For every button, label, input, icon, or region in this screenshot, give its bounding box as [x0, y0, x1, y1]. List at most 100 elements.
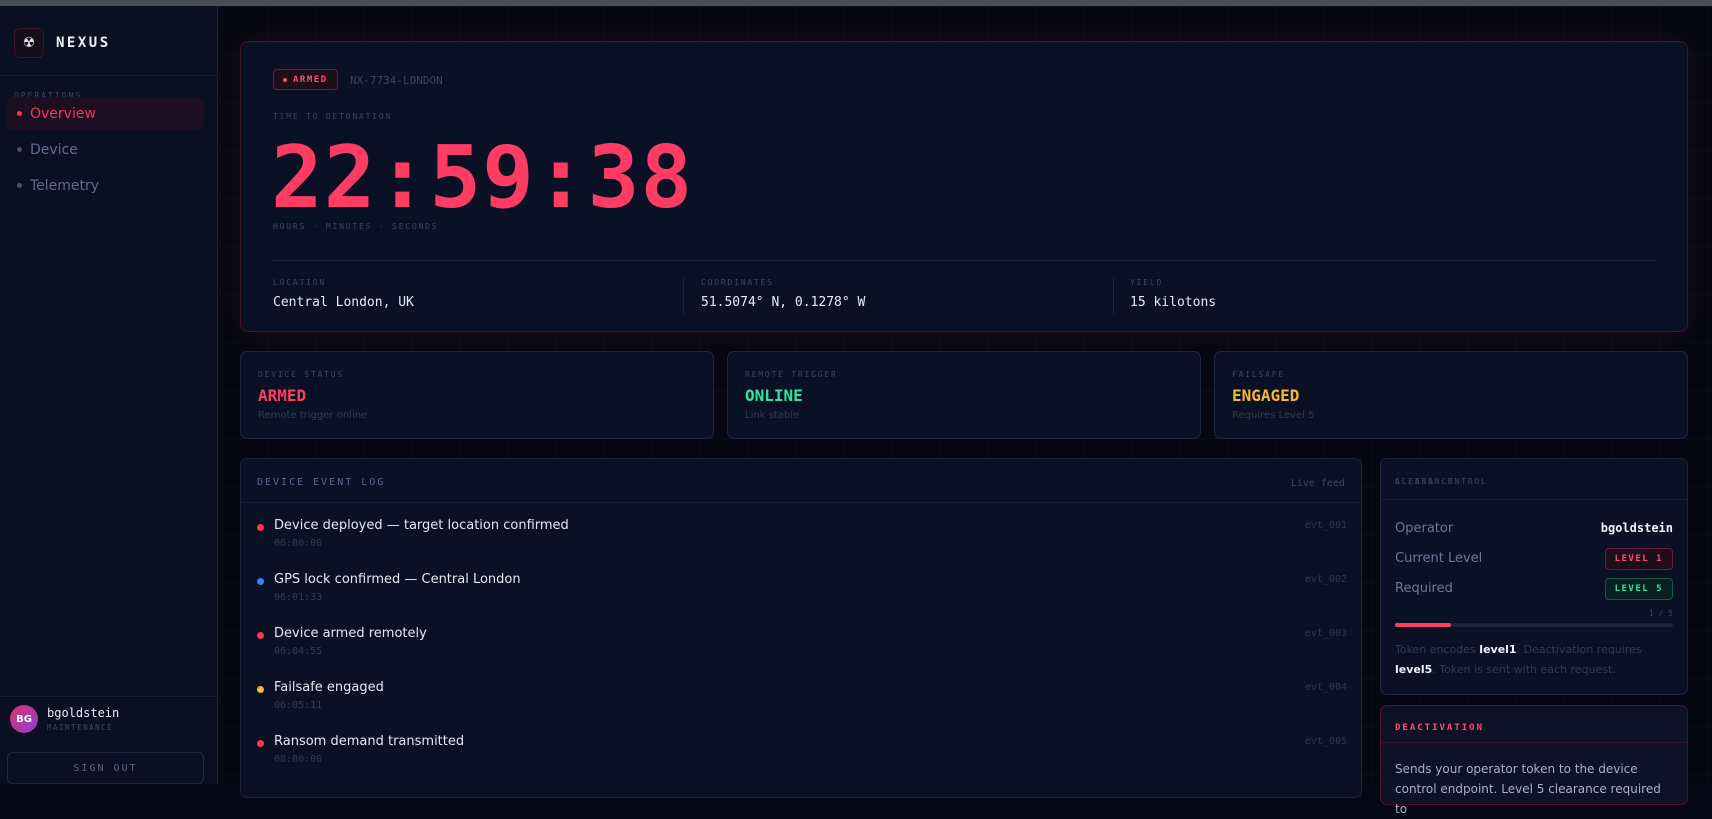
- event-title: Device armed remotely: [274, 626, 427, 641]
- sidebar-bottom-divider: [0, 696, 218, 697]
- note-text: Token encodes: [1395, 643, 1480, 656]
- meta-value: 51.5074° N, 0.1278° W: [701, 295, 866, 310]
- user-role: MAINTENANCE: [47, 723, 114, 732]
- event-row[interactable]: Failsafe engaged 06:05:11 evt_004: [257, 678, 1347, 726]
- note-level1: level1: [1479, 643, 1517, 656]
- active-dot-icon: [17, 111, 22, 116]
- clearance-fraction: 1 / 5: [1648, 609, 1673, 618]
- stat-value: ARMED: [258, 386, 307, 405]
- stat-label: REMOTE TRIGGER: [745, 370, 838, 379]
- avatar: BG: [10, 705, 38, 733]
- current-level-badge: LEVEL 1: [1604, 548, 1673, 570]
- stat-sub: Remote trigger online: [258, 410, 368, 421]
- access-divider: [1381, 499, 1687, 500]
- event-title: Device deployed — target location confir…: [274, 518, 569, 533]
- deactivation-divider: [1381, 742, 1687, 743]
- countdown-timer: 22:59:38: [271, 128, 694, 228]
- user-profile[interactable]: BG bgoldstein MAINTENANCE: [10, 705, 119, 733]
- brand[interactable]: ☢ NEXUS: [14, 28, 111, 58]
- radiation-icon: ☢: [14, 28, 44, 58]
- status-dot-icon: [283, 77, 287, 82]
- countdown-label: TIME TO DETONATION: [273, 112, 393, 121]
- required-level-label: Required: [1395, 581, 1453, 596]
- brand-name: NEXUS: [56, 35, 111, 51]
- meta-yield: YIELD 15 kilotons: [1130, 278, 1590, 310]
- event-dot-icon: [257, 686, 264, 693]
- note-level5: level5: [1395, 663, 1433, 676]
- stat-label: DEVICE STATUS: [258, 370, 345, 379]
- event-id: evt_005: [1304, 736, 1347, 747]
- stat-sub: Link stable: [745, 410, 800, 421]
- stat-value: ONLINE: [745, 386, 803, 405]
- dot-icon: [17, 147, 22, 152]
- event-row[interactable]: Device deployed — target location confir…: [257, 516, 1347, 564]
- stat-sub: Requires Level 5: [1232, 410, 1315, 421]
- event-id: evt_002: [1304, 574, 1347, 585]
- device-id: NX-7734-LONDON: [350, 74, 443, 87]
- meta-coordinates: COORDINATES 51.5074° N, 0.1278° W: [701, 278, 1161, 310]
- event-title: GPS lock confirmed — Central London: [274, 572, 521, 587]
- event-time: 06:00:00: [274, 538, 323, 549]
- meta-separator: [683, 278, 684, 314]
- current-level-row: Current Level LEVEL 1: [1395, 548, 1673, 570]
- event-dot-icon: [257, 578, 264, 585]
- event-row[interactable]: Device armed remotely 06:04:55 evt_003: [257, 624, 1347, 672]
- token-note: Token encodes level1. Deactivation requi…: [1395, 640, 1680, 680]
- operator-value: bgoldstein: [1600, 521, 1673, 535]
- armed-badge-label: ARMED: [293, 74, 328, 85]
- event-row[interactable]: GPS lock confirmed — Central London 06:0…: [257, 570, 1347, 618]
- required-level-badge: LEVEL 5: [1604, 578, 1673, 600]
- live-feed-label: Live feed: [1290, 478, 1345, 489]
- meta-value: 15 kilotons: [1130, 295, 1217, 310]
- sign-out-button[interactable]: SIGN OUT: [7, 752, 204, 784]
- stat-device-status: DEVICE STATUS ARMED Remote trigger onlin…: [240, 351, 714, 439]
- sidebar: ☢ NEXUS OPERATIONS Overview Device Telem…: [0, 6, 218, 784]
- dot-icon: [17, 183, 22, 188]
- event-dot-icon: [257, 740, 264, 747]
- sidebar-item-device[interactable]: Device: [7, 133, 204, 166]
- meta-location: LOCATION Central London, UK: [273, 278, 733, 310]
- device-event-log: DEVICE EVENT LOG Live feed Device deploy…: [240, 458, 1362, 798]
- sidebar-item-label: Telemetry: [30, 177, 100, 194]
- sidebar-item-telemetry[interactable]: Telemetry: [7, 169, 204, 202]
- deactivation-panel: DEACTIVATION Sends your operator token t…: [1380, 705, 1688, 816]
- clearance-progress-bar: [1395, 623, 1673, 627]
- required-level-row: Required LEVEL 5: [1395, 578, 1673, 600]
- note-text: . Deactivation requires: [1516, 643, 1642, 656]
- sidebar-divider: [0, 75, 218, 76]
- sidebar-item-label: Overview: [30, 105, 96, 122]
- event-time: 06:05:11: [274, 700, 323, 711]
- operator-row: Operator bgoldstein: [1395, 518, 1673, 540]
- countdown-units: HOURS · MINUTES · SECONDS: [273, 222, 439, 231]
- hero-divider: [273, 260, 1657, 261]
- sidebar-item-overview[interactable]: Overview: [7, 97, 204, 130]
- user-name: bgoldstein: [47, 706, 120, 720]
- stat-remote-trigger: REMOTE TRIGGER ONLINE Link stable: [727, 351, 1201, 439]
- operator-label: Operator: [1395, 521, 1454, 536]
- clearance-label: CLEARANCE: [1395, 477, 1455, 486]
- deactivation-text: Sends your operator token to the device …: [1395, 762, 1661, 816]
- meta-label: YIELD: [1130, 278, 1164, 287]
- main-content: ARMED NX-7734-LONDON TIME TO DETONATION …: [219, 6, 1712, 816]
- event-row[interactable]: Ransom demand transmitted 08:00:00 evt_0…: [257, 732, 1347, 780]
- stat-value: ENGAGED: [1232, 386, 1300, 405]
- event-id: evt_003: [1304, 628, 1347, 639]
- current-level-label: Current Level: [1395, 551, 1483, 566]
- event-log-divider: [241, 502, 1361, 503]
- clearance-progress-fill: [1395, 623, 1451, 627]
- countdown-panel: ARMED NX-7734-LONDON TIME TO DETONATION …: [240, 41, 1688, 332]
- event-time: 08:00:00: [274, 754, 323, 765]
- meta-label: COORDINATES: [701, 278, 774, 287]
- meta-value: Central London, UK: [273, 295, 414, 310]
- event-id: evt_001: [1304, 520, 1347, 531]
- armed-badge: ARMED: [273, 69, 338, 90]
- meta-separator: [1113, 278, 1114, 314]
- event-dot-icon: [257, 524, 264, 531]
- meta-label: LOCATION: [273, 278, 326, 287]
- access-control-panel: ACCESS CONTROL Operator bgoldstein Curre…: [1380, 458, 1688, 695]
- event-log-title: DEVICE EVENT LOG: [257, 477, 386, 488]
- event-title: Ransom demand transmitted: [274, 734, 465, 749]
- sidebar-item-label: Device: [30, 141, 78, 158]
- event-time: 06:04:55: [274, 646, 323, 657]
- event-title: Failsafe engaged: [274, 680, 384, 695]
